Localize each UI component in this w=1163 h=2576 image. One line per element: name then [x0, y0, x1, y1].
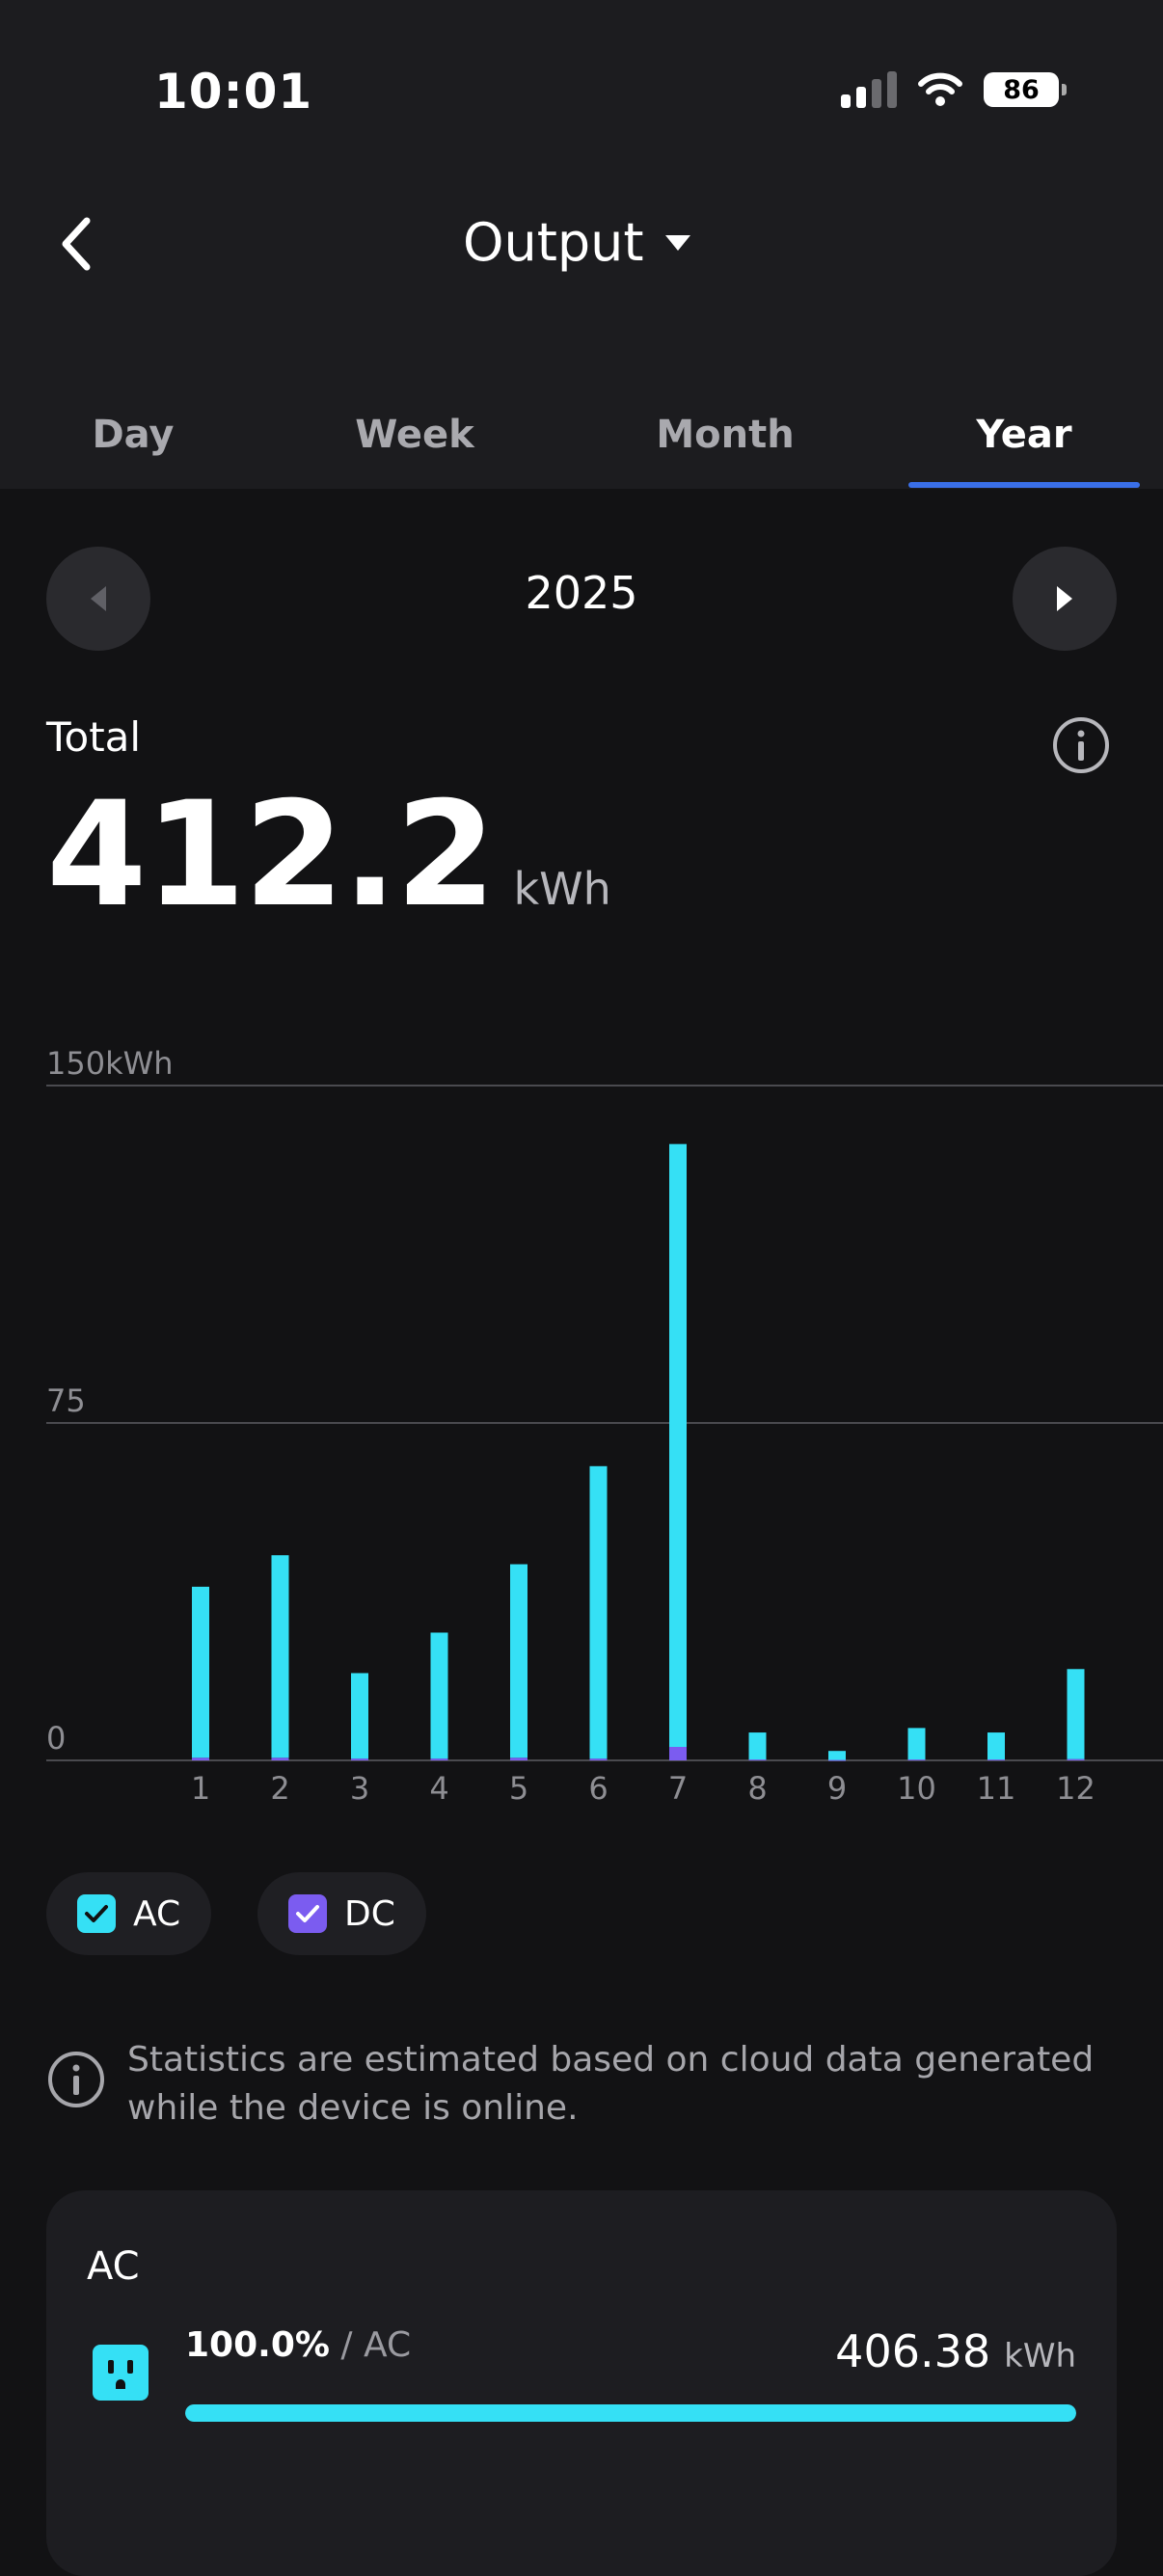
- bar-dc: [192, 1758, 209, 1760]
- monthly-output-chart: 150kWh7501 2 3 4 5 6 7 8 9 10 11 12: [46, 1045, 1163, 1807]
- percent-value: 100.0%: [185, 2325, 330, 2365]
- battery-icon: 86: [984, 72, 1067, 107]
- ac-breakdown-card: AC 100.0% / AC 406.38 kWh: [46, 2190, 1117, 2576]
- triangle-right-icon: [1057, 586, 1072, 611]
- bar-dc: [351, 1758, 368, 1760]
- total-value: 412.2 kWh: [46, 771, 611, 939]
- bar-ac: [987, 1732, 1005, 1760]
- legend-ac-label: AC: [133, 1893, 181, 1934]
- bar-ac: [669, 1143, 687, 1747]
- bar-dc: [1067, 1758, 1085, 1760]
- next-period-button[interactable]: [1013, 547, 1117, 651]
- bar-dc: [589, 1758, 608, 1760]
- percent-category: AC: [364, 2325, 412, 2365]
- back-button[interactable]: [46, 210, 104, 278]
- bar-dc: [510, 1758, 527, 1760]
- bar-ac: [907, 1728, 926, 1760]
- caret-down-icon: [664, 234, 690, 251]
- checkbox-checked-icon: [77, 1894, 116, 1933]
- bar-dc: [748, 1759, 767, 1761]
- tab-week[interactable]: Week: [299, 381, 530, 489]
- checkbox-checked-icon: [288, 1894, 327, 1933]
- bar-ac: [589, 1465, 608, 1759]
- bar-dc: [907, 1759, 926, 1761]
- x-tick-label: 4: [429, 1770, 448, 1807]
- total-label: Total: [46, 713, 142, 761]
- tab-month[interactable]: Month: [609, 381, 841, 489]
- percent-separator: /: [340, 2325, 353, 2365]
- ac-energy-value: 406.38: [835, 2325, 991, 2377]
- period-label: 2025: [525, 567, 638, 619]
- page-title: Output: [463, 212, 644, 273]
- bar-dc: [430, 1758, 448, 1760]
- info-icon: [48, 2052, 104, 2107]
- info-icon: [1053, 717, 1109, 773]
- output-selector[interactable]: Output: [463, 212, 692, 273]
- bar-ac: [192, 1586, 209, 1758]
- bar-dc: [828, 1759, 846, 1761]
- ac-share-bar-fill: [185, 2404, 1076, 2422]
- x-tick-label: 11: [977, 1770, 1016, 1807]
- bar-ac: [430, 1632, 448, 1759]
- x-tick-label: 3: [350, 1770, 369, 1807]
- status-icons: 86: [841, 71, 1067, 108]
- total-number: 412.2: [46, 771, 496, 939]
- legend-dc-toggle[interactable]: DC: [257, 1872, 426, 1955]
- bar-ac: [1067, 1669, 1085, 1759]
- x-tick-label: 6: [588, 1770, 608, 1807]
- legend-ac-toggle[interactable]: AC: [46, 1872, 212, 1955]
- period-tabs: Day Week Month Year: [0, 381, 1163, 489]
- y-tick-label: 150kWh: [46, 1045, 174, 1082]
- y-tick-label: 75: [46, 1382, 86, 1419]
- status-time: 10:01: [154, 64, 313, 120]
- total-info-button[interactable]: [1051, 715, 1111, 779]
- ac-share-bar: [185, 2404, 1076, 2422]
- y-tick-label: 0: [46, 1720, 66, 1757]
- x-tick-label: 2: [270, 1770, 289, 1807]
- legend-dc-label: DC: [344, 1893, 395, 1934]
- chevron-left-icon: [62, 217, 91, 271]
- card-title: AC: [87, 2244, 140, 2289]
- statistics-note: Statistics are estimated based on cloud …: [46, 2036, 1107, 2133]
- statistics-note-text: Statistics are estimated based on cloud …: [127, 2040, 1095, 2128]
- ac-energy-unit: kWh: [1004, 2337, 1076, 2375]
- x-tick-label: 12: [1056, 1770, 1095, 1807]
- bar-ac: [351, 1673, 368, 1759]
- bar-ac: [271, 1555, 289, 1758]
- ac-energy: 406.38 kWh: [835, 2325, 1076, 2377]
- x-tick-label: 1: [191, 1770, 210, 1807]
- total-unit: kWh: [513, 863, 611, 915]
- bar-ac: [828, 1751, 846, 1760]
- tab-year[interactable]: Year: [908, 381, 1140, 489]
- ac-percent: 100.0% / AC: [185, 2325, 411, 2365]
- x-tick-label: 9: [827, 1770, 847, 1807]
- cellular-signal-icon: [841, 71, 897, 108]
- x-tick-label: 8: [747, 1770, 767, 1807]
- ac-outlet-icon: [93, 2345, 149, 2401]
- bar-dc: [987, 1759, 1005, 1761]
- x-tick-label: 5: [509, 1770, 528, 1807]
- bar-dc: [271, 1758, 289, 1760]
- bar-ac: [510, 1564, 527, 1758]
- wifi-icon: [918, 72, 962, 106]
- x-tick-label: 7: [668, 1770, 688, 1807]
- bar-dc: [669, 1747, 687, 1760]
- tab-day[interactable]: Day: [17, 381, 249, 489]
- active-tab-indicator: [908, 482, 1140, 488]
- bar-ac: [748, 1732, 767, 1760]
- x-tick-label: 10: [897, 1770, 936, 1807]
